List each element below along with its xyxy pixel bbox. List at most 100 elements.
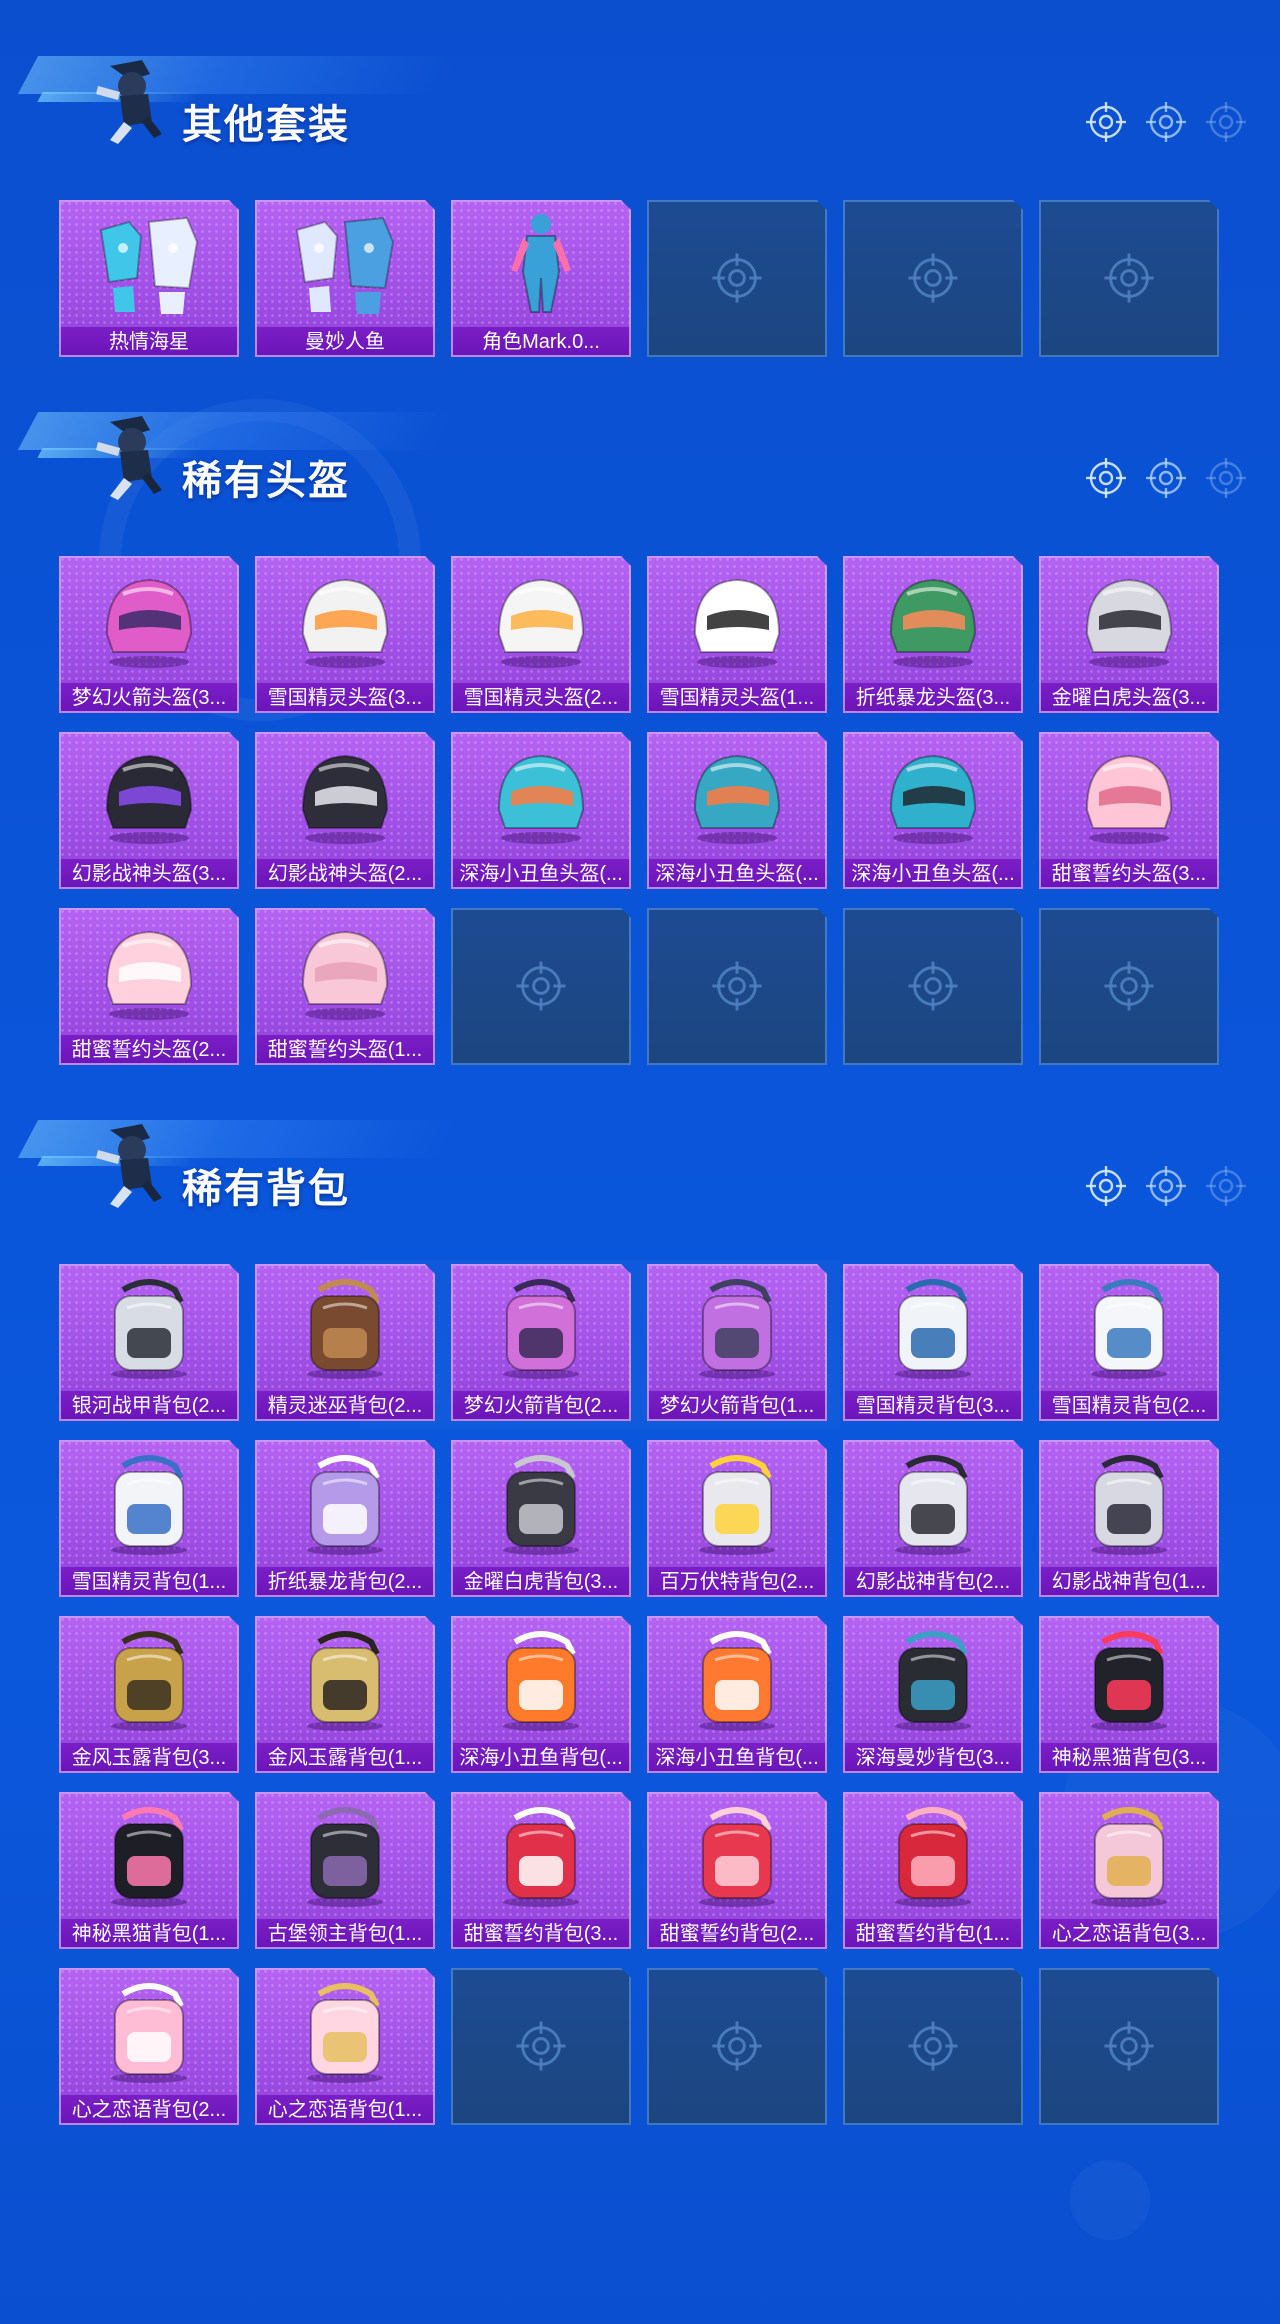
backpack-icon: [285, 1272, 405, 1382]
helmet-icon: [285, 916, 405, 1026]
crosshair-icon: [1144, 1164, 1188, 1208]
backpack-icon: [873, 1800, 993, 1910]
item-card[interactable]: 深海小丑鱼头盔(...: [843, 732, 1023, 889]
crosshair-icon: [1204, 100, 1248, 144]
item-card[interactable]: 甜蜜誓约背包(1...: [843, 1792, 1023, 1949]
item-card[interactable]: 心之恋语背包(1...: [255, 1968, 435, 2125]
item-card[interactable]: 甜蜜誓约头盔(3...: [1039, 732, 1219, 889]
empty-slot: [843, 1968, 1023, 2125]
item-card[interactable]: 梦幻火箭背包(1...: [647, 1264, 827, 1421]
item-label: 深海小丑鱼背包(...: [451, 1743, 631, 1773]
helmet-icon: [89, 740, 209, 850]
item-label: 幻影战神背包(2...: [843, 1567, 1023, 1597]
crosshair-icon: [1102, 251, 1156, 305]
item-card[interactable]: 百万伏特背包(2...: [647, 1440, 827, 1597]
item-label: 心之恋语背包(1...: [255, 2095, 435, 2125]
item-card[interactable]: 甜蜜誓约背包(2...: [647, 1792, 827, 1949]
item-card[interactable]: 雪国精灵头盔(3...: [255, 556, 435, 713]
item-card[interactable]: 深海小丑鱼头盔(...: [451, 732, 631, 889]
item-card[interactable]: 雪国精灵头盔(1...: [647, 556, 827, 713]
item-card[interactable]: 金曜白虎头盔(3...: [1039, 556, 1219, 713]
helmet-icon: [677, 564, 797, 674]
item-label: 雪国精灵头盔(3...: [255, 683, 435, 713]
item-card[interactable]: 金风玉露背包(1...: [255, 1616, 435, 1773]
crosshair-icon: [1144, 100, 1188, 144]
item-card[interactable]: 神秘黑猫背包(1...: [59, 1792, 239, 1949]
item-card[interactable]: 雪国精灵背包(3...: [843, 1264, 1023, 1421]
item-card[interactable]: 金风玉露背包(3...: [59, 1616, 239, 1773]
empty-slot: [1039, 908, 1219, 1065]
section-header: 其他套装: [0, 0, 1280, 147]
item-card[interactable]: 幻影战神头盔(3...: [59, 732, 239, 889]
item-card[interactable]: 雪国精灵头盔(2...: [451, 556, 631, 713]
item-card[interactable]: 幻影战神头盔(2...: [255, 732, 435, 889]
item-label: 雪国精灵背包(3...: [843, 1391, 1023, 1421]
helmet-icon: [89, 564, 209, 674]
backpack-icon: [285, 1624, 405, 1734]
empty-slot: [1039, 200, 1219, 357]
item-card[interactable]: 折纸暴龙背包(2...: [255, 1440, 435, 1597]
backpack-icon: [89, 1448, 209, 1558]
item-card[interactable]: 甜蜜誓约头盔(1...: [255, 908, 435, 1065]
header-character-icon: [90, 56, 172, 146]
crosshair-icon: [906, 251, 960, 305]
item-card[interactable]: 甜蜜誓约头盔(2...: [59, 908, 239, 1065]
section-1: 其他套装 热情海星 曼妙人鱼 角色Mark.0...: [0, 0, 1280, 357]
item-card[interactable]: 梦幻火箭背包(2...: [451, 1264, 631, 1421]
item-label: 折纸暴龙背包(2...: [255, 1567, 435, 1597]
item-card[interactable]: 梦幻火箭头盔(3...: [59, 556, 239, 713]
item-label: 甜蜜誓约头盔(1...: [255, 1035, 435, 1065]
backpack-icon: [873, 1272, 993, 1382]
item-card[interactable]: 幻影战神背包(1...: [1039, 1440, 1219, 1597]
item-label: 金曜白虎背包(3...: [451, 1567, 631, 1597]
section-title: 稀有头盔: [182, 459, 350, 503]
crosshair-icon: [1204, 1164, 1248, 1208]
item-card[interactable]: 古堡领主背包(1...: [255, 1792, 435, 1949]
item-card[interactable]: 精灵迷巫背包(2...: [255, 1264, 435, 1421]
item-card[interactable]: 深海曼妙背包(3...: [843, 1616, 1023, 1773]
item-card[interactable]: 幻影战神背包(2...: [843, 1440, 1023, 1597]
backpack-icon: [285, 1800, 405, 1910]
item-label: 梦幻火箭背包(1...: [647, 1391, 827, 1421]
item-label: 雪国精灵头盔(1...: [647, 683, 827, 713]
helmet-icon: [873, 740, 993, 850]
item-label: 甜蜜誓约头盔(3...: [1039, 859, 1219, 889]
crosshair-icon: [906, 959, 960, 1013]
header-character-icon: [90, 412, 172, 502]
empty-slot: [647, 200, 827, 357]
item-label: 雪国精灵头盔(2...: [451, 683, 631, 713]
item-card[interactable]: 深海小丑鱼头盔(...: [647, 732, 827, 889]
item-card[interactable]: 雪国精灵背包(1...: [59, 1440, 239, 1597]
crosshair-icon: [514, 959, 568, 1013]
item-label: 深海小丑鱼头盔(...: [647, 859, 827, 889]
crosshair-icon: [1084, 456, 1128, 500]
item-label: 精灵迷巫背包(2...: [255, 1391, 435, 1421]
item-card[interactable]: 神秘黑猫背包(3...: [1039, 1616, 1219, 1773]
crosshair-icon: [1204, 456, 1248, 500]
item-card[interactable]: 角色Mark.0...: [451, 200, 631, 357]
backpack-icon: [1069, 1800, 1189, 1910]
backpack-icon: [481, 1800, 601, 1910]
empty-slot: [451, 908, 631, 1065]
item-card[interactable]: 雪国精灵背包(2...: [1039, 1264, 1219, 1421]
backpack-icon: [1069, 1272, 1189, 1382]
item-card[interactable]: 深海小丑鱼背包(...: [451, 1616, 631, 1773]
item-card[interactable]: 曼妙人鱼: [255, 200, 435, 357]
crosshair-icon: [1102, 959, 1156, 1013]
empty-slot: [1039, 1968, 1219, 2125]
backpack-icon: [677, 1448, 797, 1558]
backpack-icon: [1069, 1624, 1189, 1734]
item-card[interactable]: 热情海星: [59, 200, 239, 357]
item-card[interactable]: 深海小丑鱼背包(...: [647, 1616, 827, 1773]
crosshair-icon: [1144, 456, 1188, 500]
section-2: 稀有头盔 梦幻火箭头盔(3... 雪国精灵头盔(3... 雪国精灵头盔(2...…: [0, 356, 1280, 1065]
item-card[interactable]: 银河战甲背包(2...: [59, 1264, 239, 1421]
item-card[interactable]: 金曜白虎背包(3...: [451, 1440, 631, 1597]
item-card[interactable]: 折纸暴龙头盔(3...: [843, 556, 1023, 713]
item-card[interactable]: 心之恋语背包(3...: [1039, 1792, 1219, 1949]
backpack-icon: [89, 1624, 209, 1734]
helmet-icon: [1069, 564, 1189, 674]
item-card[interactable]: 心之恋语背包(2...: [59, 1968, 239, 2125]
item-card[interactable]: 甜蜜誓约背包(3...: [451, 1792, 631, 1949]
item-label: 金风玉露背包(3...: [59, 1743, 239, 1773]
